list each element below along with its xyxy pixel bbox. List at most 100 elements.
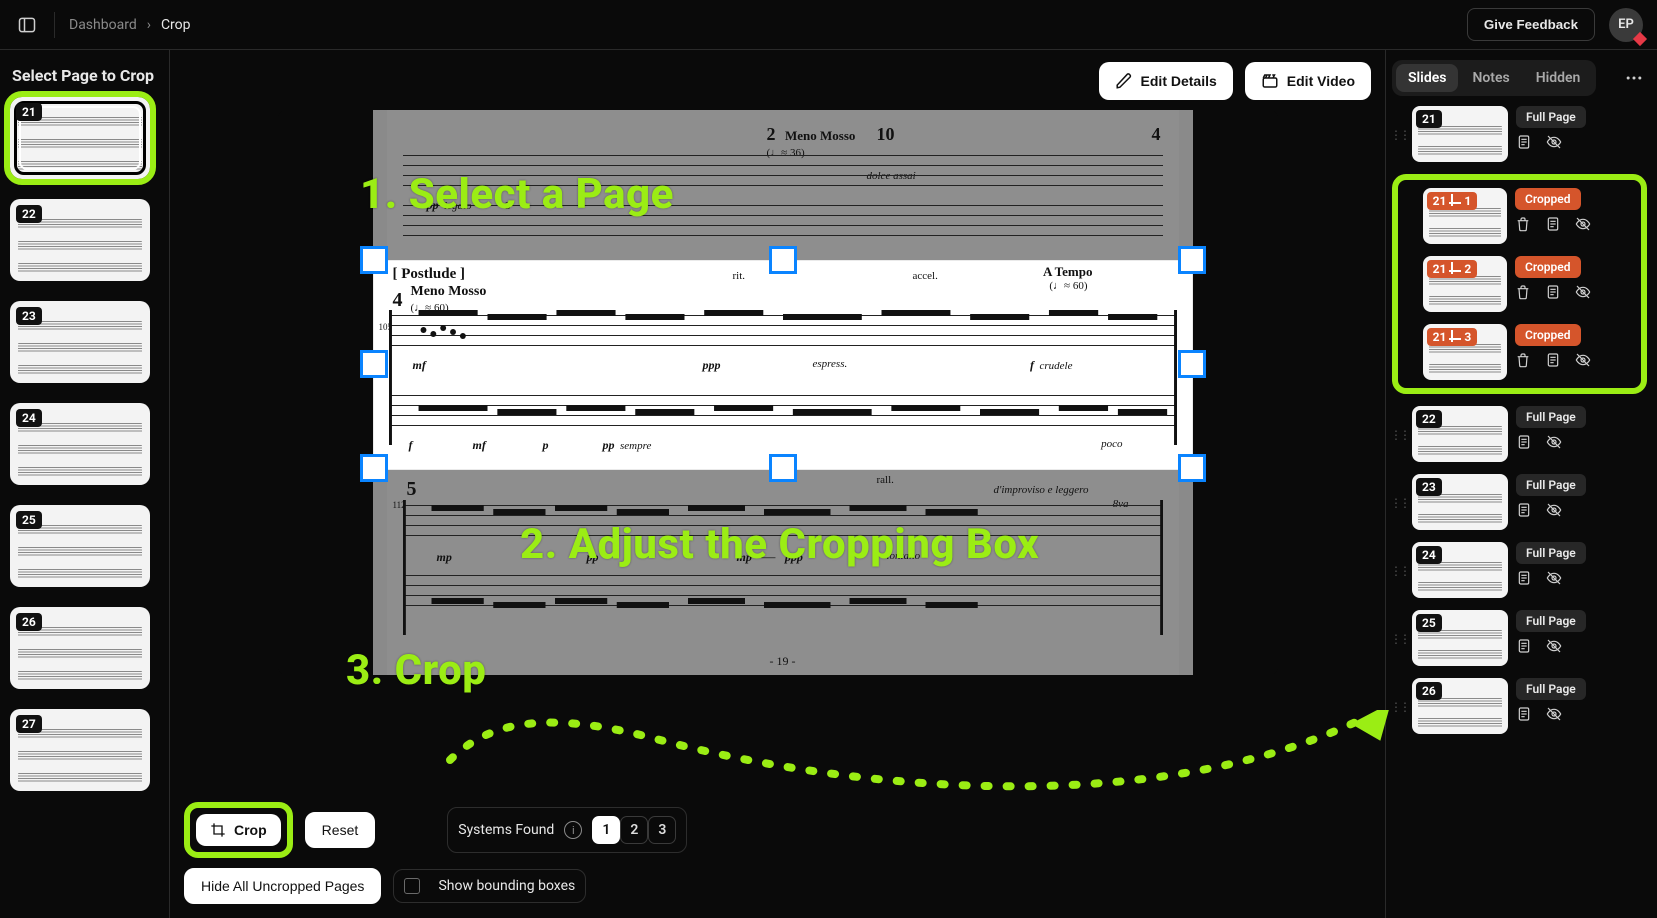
crop-handle-bl[interactable] bbox=[363, 457, 385, 479]
page-number-badge: 26 bbox=[16, 613, 42, 631]
slide-thumb[interactable]: 213 bbox=[1423, 324, 1507, 380]
slide-row: 25 Full Page bbox=[1392, 610, 1647, 666]
visibility-off-icon[interactable] bbox=[1575, 284, 1591, 304]
give-feedback-button[interactable]: Give Feedback bbox=[1467, 8, 1595, 41]
visibility-off-icon[interactable] bbox=[1546, 706, 1562, 726]
notes-icon[interactable] bbox=[1516, 638, 1532, 658]
info-icon[interactable]: i bbox=[564, 821, 582, 839]
notes-icon[interactable] bbox=[1516, 706, 1532, 726]
notes-icon[interactable] bbox=[1545, 284, 1561, 304]
crop-handle-br[interactable] bbox=[1181, 457, 1203, 479]
more-menu-button[interactable] bbox=[1621, 65, 1647, 91]
tab-slides[interactable]: Slides bbox=[1396, 64, 1458, 92]
page-number-badge: 24 bbox=[16, 409, 42, 427]
page-thumb-27[interactable]: 27 bbox=[10, 709, 150, 791]
center-pane: Edit Details Edit Video 2 Meno Mosso (♩≈… bbox=[170, 50, 1385, 918]
page-thumb-26[interactable]: 26 bbox=[10, 607, 150, 689]
slide-row: 24 Full Page bbox=[1392, 542, 1647, 598]
score-page[interactable]: 2 Meno Mosso (♩≈ 36) 10 4 dolce assai pp… bbox=[373, 110, 1193, 675]
reset-button[interactable]: Reset bbox=[305, 812, 376, 848]
sys1-num: 2 bbox=[767, 124, 776, 144]
slide-thumb[interactable]: 211 bbox=[1423, 188, 1507, 244]
slide-number-badge: 211 bbox=[1427, 192, 1478, 210]
crop-handle-mr[interactable] bbox=[1181, 353, 1203, 375]
sidebar-title: Select Page to Crop bbox=[12, 66, 157, 85]
slide-thumb[interactable]: 212 bbox=[1423, 256, 1507, 312]
trash-icon[interactable] bbox=[1515, 284, 1531, 304]
right-tabs: Slides Notes Hidden bbox=[1392, 60, 1596, 96]
slide-row: 23 Full Page bbox=[1392, 474, 1647, 530]
sys1-three: 3 bbox=[505, 200, 511, 212]
show-bounding-boxes-toggle[interactable]: Show bounding boxes bbox=[393, 869, 586, 903]
slide-row: 26 Full Page bbox=[1392, 678, 1647, 734]
slide-number-badge: 22 bbox=[1416, 410, 1442, 428]
page-sidebar: Select Page to Crop 21 22 23 24 25 26 27 bbox=[0, 50, 170, 918]
visibility-off-icon[interactable] bbox=[1546, 502, 1562, 522]
page-thumb-22[interactable]: 22 bbox=[10, 199, 150, 281]
page-thumb-23[interactable]: 23 bbox=[10, 301, 150, 383]
sys1-pp: pp bbox=[427, 198, 439, 212]
slide-badge-cropped: Cropped bbox=[1515, 188, 1581, 210]
slide-number-badge: 21 bbox=[1416, 110, 1442, 128]
system-pill-2[interactable]: 2 bbox=[620, 816, 648, 844]
slide-badge-fullpage: Full Page bbox=[1516, 474, 1586, 496]
breadcrumb: Dashboard › Crop bbox=[54, 12, 191, 38]
page-number-badge: 21 bbox=[16, 103, 42, 121]
page-thumb-24[interactable]: 24 bbox=[10, 403, 150, 485]
system-pill-1[interactable]: 1 bbox=[592, 816, 620, 844]
sys3-rall: rall. bbox=[877, 474, 894, 486]
slide-thumb[interactable]: 25 bbox=[1412, 610, 1508, 666]
slide-thumb[interactable]: 26 bbox=[1412, 678, 1508, 734]
visibility-off-icon[interactable] bbox=[1546, 570, 1562, 590]
visibility-off-icon[interactable] bbox=[1575, 352, 1591, 372]
slide-thumb[interactable]: 23 bbox=[1412, 474, 1508, 530]
visibility-off-icon[interactable] bbox=[1546, 434, 1562, 454]
notes-icon[interactable] bbox=[1545, 352, 1561, 372]
notes-icon[interactable] bbox=[1516, 502, 1532, 522]
hide-uncropped-button[interactable]: Hide All Uncropped Pages bbox=[184, 868, 381, 904]
visibility-off-icon[interactable] bbox=[1546, 638, 1562, 658]
page-thumb-25[interactable]: 25 bbox=[10, 505, 150, 587]
visibility-off-icon[interactable] bbox=[1546, 134, 1562, 154]
slide-number-badge: 23 bbox=[1416, 478, 1442, 496]
crop-handle-bm[interactable] bbox=[772, 457, 794, 479]
trash-icon[interactable] bbox=[1515, 216, 1531, 236]
breadcrumb-current: Crop bbox=[161, 17, 191, 33]
sys1-ten: 10 bbox=[877, 124, 895, 145]
clapper-icon bbox=[1261, 72, 1279, 90]
edit-details-button[interactable]: Edit Details bbox=[1099, 62, 1233, 100]
notes-icon[interactable] bbox=[1516, 434, 1532, 454]
sys3-ts: 5 bbox=[407, 478, 417, 501]
tab-notes[interactable]: Notes bbox=[1460, 64, 1521, 92]
crop-button[interactable]: Crop bbox=[196, 814, 281, 846]
slides-sidebar: Slides Notes Hidden 21 Full Page bbox=[1385, 50, 1657, 918]
breadcrumb-sep: › bbox=[147, 17, 151, 33]
sys3-impro: d'improviso e leggero bbox=[993, 484, 1088, 496]
crop-handle-tr[interactable] bbox=[1181, 249, 1203, 271]
slide-thumb[interactable]: 22 bbox=[1412, 406, 1508, 462]
page-number-badge: 25 bbox=[16, 511, 42, 529]
cropped-highlight-block: 211 Cropped 212 Cropped bbox=[1392, 174, 1647, 394]
slide-thumb[interactable]: 24 bbox=[1412, 542, 1508, 598]
user-avatar[interactable]: EP bbox=[1609, 8, 1643, 42]
slide-thumb[interactable]: 21 bbox=[1412, 106, 1508, 162]
crop-handle-tl[interactable] bbox=[363, 249, 385, 271]
slide-number-badge: 212 bbox=[1427, 260, 1478, 278]
tab-hidden[interactable]: Hidden bbox=[1524, 64, 1593, 92]
trash-icon[interactable] bbox=[1515, 352, 1531, 372]
notes-icon[interactable] bbox=[1516, 570, 1532, 590]
panel-toggle-icon[interactable] bbox=[14, 12, 40, 38]
topbar: Dashboard › Crop Give Feedback EP bbox=[0, 0, 1657, 50]
notes-icon[interactable] bbox=[1516, 134, 1532, 154]
system-pill-3[interactable]: 3 bbox=[648, 816, 676, 844]
crop-viewport: 2 Meno Mosso (♩≈ 36) 10 4 dolce assai pp… bbox=[278, 110, 1278, 675]
crop-handle-ml[interactable] bbox=[363, 353, 385, 375]
page-thumb-21[interactable]: 21 bbox=[10, 97, 150, 179]
crop-icon bbox=[210, 822, 226, 838]
slide-row: 213 Cropped bbox=[1404, 324, 1635, 380]
visibility-off-icon[interactable] bbox=[1575, 216, 1591, 236]
edit-video-button[interactable]: Edit Video bbox=[1245, 62, 1371, 100]
breadcrumb-dashboard[interactable]: Dashboard bbox=[69, 17, 137, 33]
notes-icon[interactable] bbox=[1545, 216, 1561, 236]
crop-handle-tm[interactable] bbox=[772, 249, 794, 271]
